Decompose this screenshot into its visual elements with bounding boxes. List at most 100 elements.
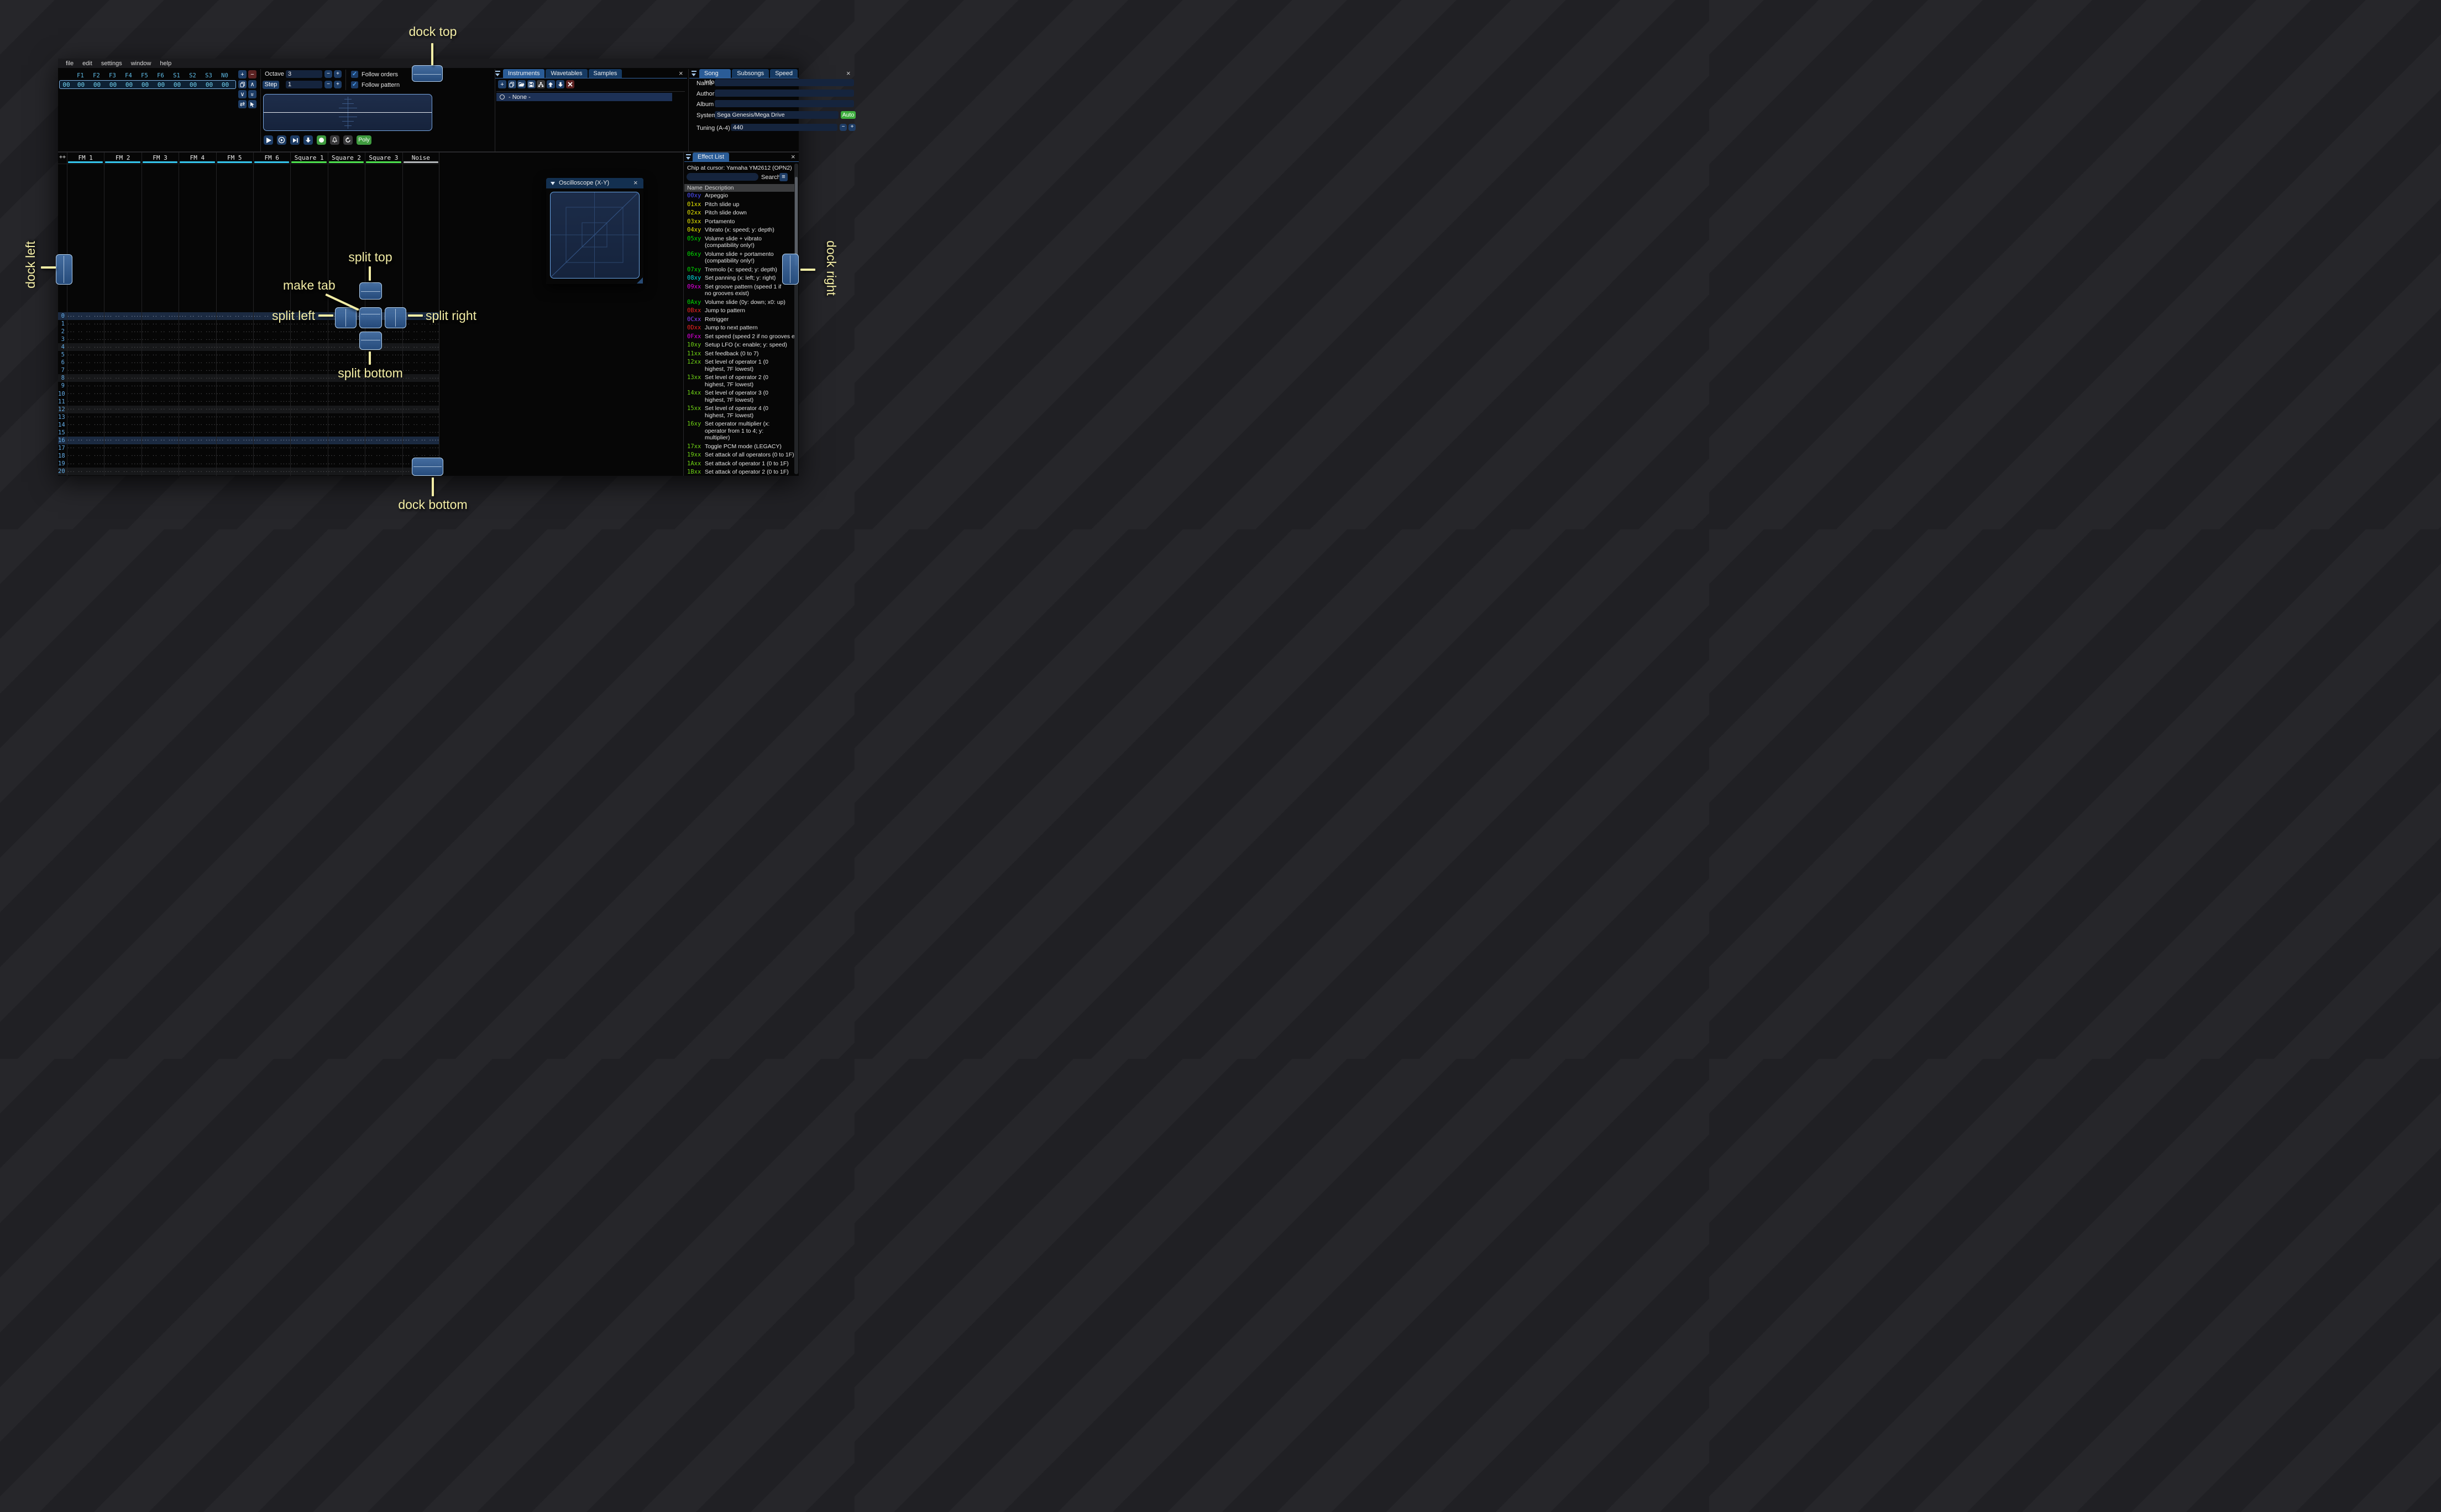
play-pattern-button[interactable]	[277, 135, 286, 145]
pattern-cell-empty[interactable]: ··· ·· ·· ····	[365, 469, 402, 474]
pattern-cell-empty[interactable]: ··· ·· ·· ····	[179, 329, 216, 334]
resize-grip[interactable]	[637, 277, 643, 284]
pattern-row-1[interactable]: 1 ··· ·· ·· ···· ··· ·· ·· ···· ··· ·· ·· ·…	[58, 320, 439, 328]
pattern-cell-empty[interactable]: ··· ·· ·· ····	[179, 438, 216, 443]
pattern-cell-empty[interactable]: ··· ·· ·· ····	[67, 391, 104, 396]
pattern-cell-empty[interactable]: ··· ·· ·· ····	[216, 391, 253, 396]
pattern-cell-empty[interactable]: ··· ·· ·· ····	[142, 461, 179, 466]
pattern-cell-empty[interactable]: ··· ·· ·· ····	[290, 422, 327, 427]
pattern-cell-empty[interactable]: ··· ·· ·· ····	[216, 314, 253, 319]
octave-input[interactable]: 3	[286, 70, 322, 78]
pattern-cell-empty[interactable]: ··· ·· ·· ····	[402, 422, 439, 427]
instrument-dir-button[interactable]	[537, 80, 545, 88]
pattern-cell-empty[interactable]: ··· ·· ·· ····	[104, 438, 141, 443]
pattern-cell-empty[interactable]: ··· ·· ·· ····	[216, 384, 253, 389]
order-cell[interactable]: 00	[201, 81, 217, 88]
pattern-cell-empty[interactable]: ··· ·· ·· ····	[179, 469, 216, 474]
open-instrument-button[interactable]	[517, 80, 526, 88]
pattern-row-9[interactable]: 9 ··· ·· ·· ···· ··· ·· ·· ···· ··· ·· ·· ·…	[58, 382, 439, 390]
play-row-button[interactable]	[290, 135, 300, 145]
pattern-cell-empty[interactable]: ··· ·· ·· ····	[67, 407, 104, 412]
pattern-cell-empty[interactable]: ··· ·· ·· ····	[328, 384, 365, 389]
pattern-cell-empty[interactable]: ··· ·· ·· ····	[179, 368, 216, 373]
pattern-cell-empty[interactable]: ··· ·· ·· ····	[402, 337, 439, 342]
tuning-minus-button[interactable]: −	[840, 124, 847, 131]
pattern-cell-empty[interactable]: ··· ·· ·· ····	[179, 414, 216, 419]
pattern-cell-empty[interactable]: ··· ·· ·· ····	[142, 329, 179, 334]
pattern-cell-empty[interactable]: ··· ·· ·· ····	[328, 407, 365, 412]
effect-row-1Axx[interactable]: 1Axx Set attack of operator 1 (0 to 1F)	[684, 460, 794, 468]
order-cell[interactable]: 00	[217, 81, 233, 88]
pattern-cell-empty[interactable]: ··· ·· ·· ····	[216, 337, 253, 342]
pattern-cell-empty[interactable]: ··· ·· ·· ····	[179, 430, 216, 435]
pattern-cell-empty[interactable]: ··· ·· ·· ····	[328, 453, 365, 458]
pattern-cell-empty[interactable]: ··· ·· ·· ····	[67, 376, 104, 381]
pattern-cell-empty[interactable]: ··· ·· ·· ····	[67, 314, 104, 319]
pattern-cell-empty[interactable]: ··· ·· ·· ····	[216, 376, 253, 381]
channel-header-fm-6[interactable]: FM 6	[253, 153, 290, 164]
effect-row-1Bxx[interactable]: 1Bxx Set attack of operator 2 (0 to 1F)	[684, 469, 794, 476]
pattern-cell-empty[interactable]: ··· ·· ·· ····	[216, 438, 253, 443]
pattern-cell-empty[interactable]: ··· ·· ·· ····	[290, 368, 327, 373]
close-icon[interactable]: ×	[679, 70, 683, 77]
pattern-row-13[interactable]: 13 ··· ·· ·· ···· ··· ·· ·· ···· ··· ·· ·· …	[58, 413, 439, 421]
effect-row-00xy[interactable]: 00xy Arpeggio	[684, 192, 794, 200]
follow-orders-checkbox[interactable]: ✓	[351, 71, 358, 78]
order-cell[interactable]: 00	[89, 81, 105, 88]
author-input[interactable]	[715, 90, 854, 97]
pattern-cell-empty[interactable]: ··· ·· ·· ····	[104, 376, 141, 381]
pattern-cell-empty[interactable]: ··· ·· ·· ····	[253, 329, 290, 334]
order-cell[interactable]: 00	[185, 81, 201, 88]
menu-item-file[interactable]: file	[61, 60, 78, 67]
pattern-cell-empty[interactable]: ··· ·· ·· ····	[290, 407, 327, 412]
pattern-row-14[interactable]: 14 ··· ·· ·· ···· ··· ·· ·· ···· ··· ·· ·· …	[58, 421, 439, 429]
effect-row-12xx[interactable]: 12xx Set level of operator 1 (0 highest, …	[684, 359, 794, 372]
pattern-cell-empty[interactable]: ··· ·· ·· ····	[253, 337, 290, 342]
pattern-cell-empty[interactable]: ··· ·· ·· ····	[365, 438, 402, 443]
menu-item-window[interactable]: window	[127, 60, 156, 67]
effect-row-08xy[interactable]: 08xy Set panning (x: left; y: right)	[684, 275, 794, 282]
pattern-cell-empty[interactable]: ··· ·· ·· ····	[104, 322, 141, 327]
add-order-button[interactable]: +	[238, 70, 247, 78]
pattern-cell-empty[interactable]: ··· ·· ·· ····	[216, 407, 253, 412]
poly-button[interactable]: Poly	[357, 135, 371, 145]
pattern-cell-empty[interactable]: ··· ·· ·· ····	[402, 391, 439, 396]
pattern-cell-empty[interactable]: ··· ·· ·· ····	[328, 445, 365, 450]
duplicate-instrument-button[interactable]	[507, 80, 516, 88]
pattern-cell-empty[interactable]: ··· ·· ·· ····	[216, 453, 253, 458]
split-top-target[interactable]	[359, 282, 382, 300]
order-cell[interactable]: 00	[121, 81, 137, 88]
pattern-cell-empty[interactable]: ··· ·· ·· ····	[216, 445, 253, 450]
instrument-list-item[interactable]: - None -	[496, 93, 672, 101]
pattern-cell-empty[interactable]: ··· ·· ·· ····	[402, 407, 439, 412]
pattern-cell-empty[interactable]: ··· ·· ·· ····	[402, 345, 439, 350]
dock-top-target[interactable]	[412, 65, 443, 82]
octave-minus-button[interactable]: −	[324, 70, 332, 78]
pattern-cell-empty[interactable]: ··· ·· ·· ····	[104, 368, 141, 373]
pattern-row-16[interactable]: 16 ··· ·· ·· ···· ··· ·· ·· ···· ··· ·· ·· …	[58, 436, 439, 444]
pattern-cell-empty[interactable]: ··· ·· ·· ····	[179, 445, 216, 450]
pattern-cell-empty[interactable]: ··· ·· ·· ····	[290, 376, 327, 381]
effect-row-0Axy[interactable]: 0Axy Volume slide (0y: down; x0: up)	[684, 299, 794, 306]
order-deep-clone-button[interactable]: »	[248, 90, 256, 98]
tab-effect-list[interactable]: Effect List	[693, 153, 730, 161]
pattern-cell-empty[interactable]: ··· ·· ·· ····	[216, 360, 253, 365]
pattern-cell-empty[interactable]: ··· ·· ·· ····	[142, 360, 179, 365]
pattern-cell-empty[interactable]: ··· ·· ·· ····	[142, 453, 179, 458]
pattern-cell-empty[interactable]: ··· ·· ·· ····	[365, 407, 402, 412]
pattern-corner[interactable]: ++	[59, 154, 66, 160]
split-left-target[interactable]	[335, 307, 357, 328]
pattern-cell-empty[interactable]: ··· ·· ·· ····	[179, 422, 216, 427]
window-menu-icon[interactable]	[686, 154, 692, 161]
pattern-cell-empty[interactable]: ··· ·· ·· ····	[67, 461, 104, 466]
pattern-cell-empty[interactable]: ··· ·· ·· ····	[216, 353, 253, 358]
effect-row-0Cxx[interactable]: 0Cxx Retrigger	[684, 316, 794, 323]
pattern-row-4[interactable]: 4 ··· ·· ·· ···· ··· ·· ·· ···· ··· ·· ·· ·…	[58, 343, 439, 351]
window-titlebar[interactable]: Oscilloscope (X-Y) ×	[546, 178, 643, 188]
pattern-cell-empty[interactable]: ··· ·· ·· ····	[104, 422, 141, 427]
pattern-cell-empty[interactable]: ··· ·· ·· ····	[328, 353, 365, 358]
pattern-cell-empty[interactable]: ··· ·· ·· ····	[104, 461, 141, 466]
order-up-button[interactable]: ∧	[248, 80, 256, 88]
pattern-cell-empty[interactable]: ··· ·· ·· ····	[290, 391, 327, 396]
pattern-cell-empty[interactable]: ··· ·· ·· ····	[253, 376, 290, 381]
